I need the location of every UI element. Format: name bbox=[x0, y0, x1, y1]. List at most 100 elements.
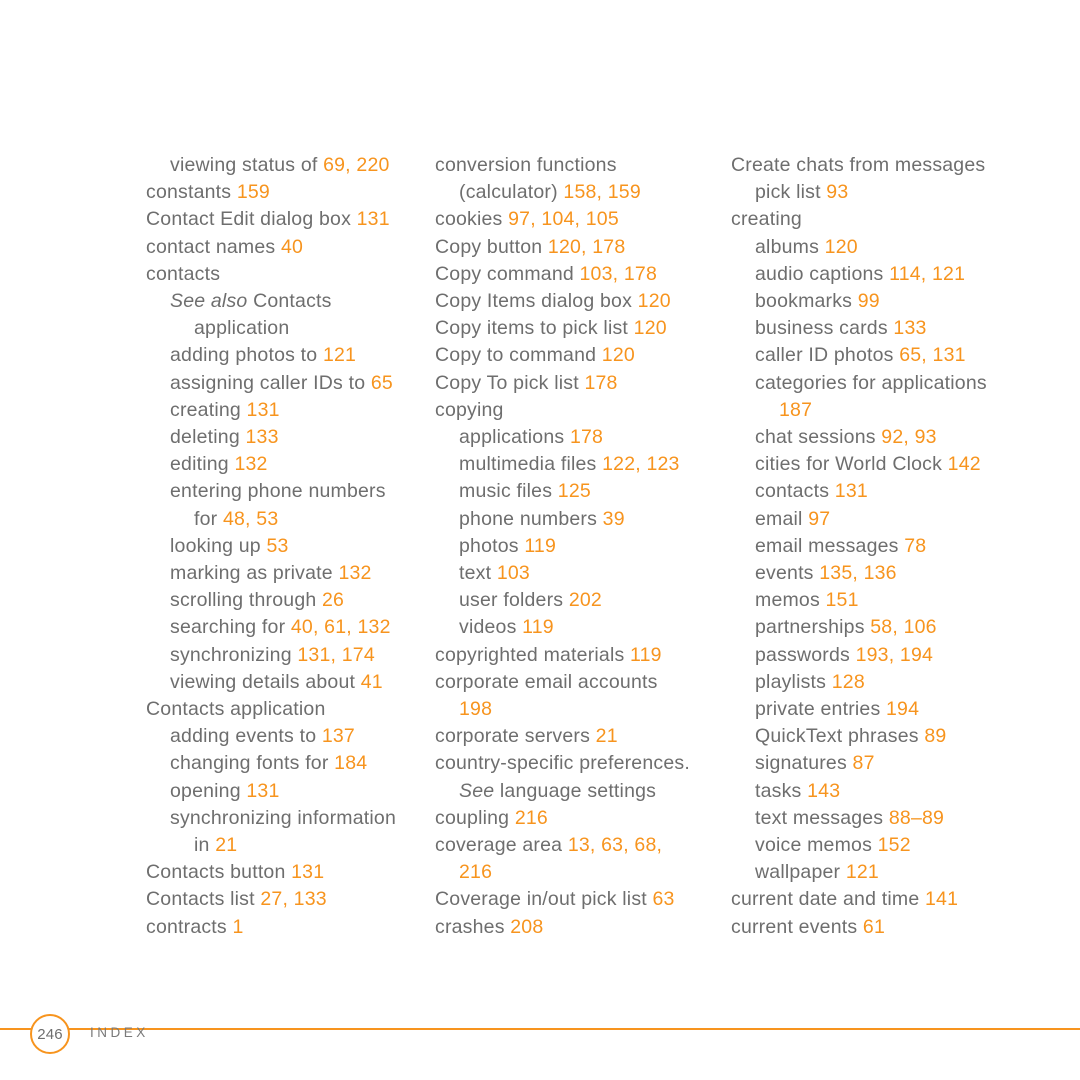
page-number-text: 246 bbox=[37, 1025, 63, 1043]
index-entry: conversion functions bbox=[435, 152, 720, 179]
page-reference: 216 bbox=[459, 861, 493, 884]
index-entry: Coverage in/out pick list 63 bbox=[435, 886, 720, 913]
entry-text: Contact Edit dialog box bbox=[146, 208, 357, 231]
entry-text: text bbox=[459, 562, 497, 585]
entry-text: chat sessions bbox=[755, 426, 882, 449]
page-reference: 152 bbox=[877, 834, 911, 857]
index-entry: entering phone numbers bbox=[170, 478, 424, 505]
page-reference: 131 bbox=[356, 208, 390, 231]
page-reference: 13, 63, 68, bbox=[567, 834, 663, 857]
index-entry: bookmarks 99 bbox=[755, 288, 1021, 315]
see-also-label: See bbox=[459, 779, 495, 802]
entry-text: crashes bbox=[435, 915, 511, 938]
entry-text: entering phone numbers bbox=[170, 480, 386, 503]
index-columns-container: viewing status of 69, 220 constants 159 Co… bbox=[0, 152, 1080, 952]
page-reference: 125 bbox=[557, 480, 591, 503]
index-entry: synchronizing information bbox=[170, 805, 424, 832]
entry-text: music files bbox=[459, 480, 558, 503]
page-reference: 27, 133 bbox=[260, 888, 327, 911]
entry-text: in bbox=[194, 834, 216, 857]
entry-text: corporate servers bbox=[435, 725, 596, 748]
index-entry: synchronizing 131, 174 bbox=[170, 642, 424, 669]
entry-text: Contacts application bbox=[146, 698, 326, 721]
index-entry: partnerships 58, 106 bbox=[755, 614, 1021, 641]
index-entry: videos 119 bbox=[459, 614, 720, 641]
entry-text: adding events to bbox=[170, 725, 322, 748]
entry-text: viewing status of bbox=[170, 154, 324, 176]
page-reference: 132 bbox=[234, 453, 268, 476]
entry-text: creating bbox=[170, 398, 247, 421]
entry-text: email bbox=[755, 507, 809, 530]
page-reference: 208 bbox=[510, 915, 544, 938]
page-reference: 122, 123 bbox=[602, 453, 680, 476]
page-reference: 21 bbox=[595, 725, 618, 748]
page-reference: 187 bbox=[779, 398, 813, 421]
index-entry: deleting 133 bbox=[170, 424, 424, 451]
index-entry: Copy command 103, 178 bbox=[435, 261, 720, 288]
index-entry: copyrighted materials 119 bbox=[435, 642, 720, 669]
entry-text: videos bbox=[459, 616, 523, 639]
index-entry: Contacts button 131 bbox=[146, 859, 424, 886]
index-entry: cookies 97, 104, 105 bbox=[435, 206, 720, 233]
index-entry: private entries 194 bbox=[755, 696, 1021, 723]
index-entry: Copy items to pick list 120 bbox=[435, 315, 720, 342]
entry-text: categories for applications bbox=[755, 371, 987, 394]
entry-text: conversion functions bbox=[435, 154, 617, 176]
entry-text: (calculator) bbox=[459, 181, 564, 204]
index-entry: contact names 40 bbox=[146, 234, 424, 261]
page-reference: 133 bbox=[893, 317, 927, 340]
index-entry: phone numbers 39 bbox=[459, 506, 720, 533]
page-reference: 121 bbox=[322, 344, 357, 367]
index-entry: corporate servers 21 bbox=[435, 723, 720, 750]
entry-text: synchronizing bbox=[170, 643, 298, 666]
index-entry: Copy to command 120 bbox=[435, 342, 720, 369]
entry-text: current events bbox=[731, 915, 863, 938]
entry-text: caller ID photos bbox=[755, 344, 900, 367]
index-entry: current date and time 141 bbox=[731, 886, 1021, 913]
entry-text: multimedia files bbox=[459, 453, 603, 476]
entry-text: editing bbox=[170, 453, 235, 476]
page-reference: 193, 194 bbox=[855, 643, 934, 666]
entry-text: scrolling through bbox=[170, 589, 323, 612]
entry-text: assigning caller IDs to bbox=[170, 371, 371, 394]
page-reference: 58, 106 bbox=[870, 616, 937, 639]
index-entry: See language settings bbox=[459, 778, 720, 805]
page-reference: 53 bbox=[266, 534, 289, 557]
page-reference: 40 bbox=[280, 235, 304, 258]
index-entry: editing 132 bbox=[170, 451, 424, 478]
page-reference: 120, 178 bbox=[547, 235, 626, 258]
entry-text: contracts bbox=[146, 915, 233, 938]
entry-text: corporate email accounts bbox=[435, 670, 658, 693]
index-column-1: viewing status of 69, 220 constants 159 Co… bbox=[146, 152, 424, 941]
entry-text: user folders bbox=[459, 589, 569, 612]
entry-text: QuickText phrases bbox=[755, 725, 925, 748]
index-entry: looking up 53 bbox=[170, 533, 424, 560]
page-reference: 87 bbox=[852, 752, 875, 775]
index-entry: business cards 133 bbox=[755, 315, 1021, 342]
index-entry: creating bbox=[731, 206, 1021, 233]
entry-text: constants bbox=[146, 181, 237, 204]
index-entry: 198 bbox=[459, 696, 720, 723]
page-reference: 135, 136 bbox=[819, 562, 897, 585]
entry-text: photos bbox=[459, 534, 525, 557]
entry-text: applications bbox=[459, 426, 570, 449]
index-entry: adding events to 137 bbox=[170, 723, 424, 750]
index-entry: application bbox=[194, 315, 424, 342]
entry-text: coverage area bbox=[435, 834, 568, 857]
page-reference: 103, 178 bbox=[579, 262, 657, 285]
page-reference: 216 bbox=[514, 806, 548, 829]
page-reference: 89 bbox=[924, 725, 947, 748]
index-entry: 187 bbox=[779, 397, 1021, 424]
index-entry: current events 61 bbox=[731, 914, 1021, 941]
index-entry: photos 119 bbox=[459, 533, 720, 560]
page-reference: 65 bbox=[370, 371, 393, 394]
entry-text: current date and time bbox=[731, 888, 925, 911]
page-reference: 158, 159 bbox=[563, 181, 641, 204]
entry-text: text messages bbox=[755, 806, 889, 829]
entry-text: language settings bbox=[494, 779, 657, 802]
page-reference: 40, 61, 132 bbox=[290, 616, 391, 639]
index-entry: country-specific preferences. bbox=[435, 750, 720, 777]
index-entry: Create chats from messages bbox=[731, 152, 1021, 179]
entry-text: Create chats from messages bbox=[731, 154, 986, 176]
index-entry: crashes 208 bbox=[435, 914, 720, 941]
